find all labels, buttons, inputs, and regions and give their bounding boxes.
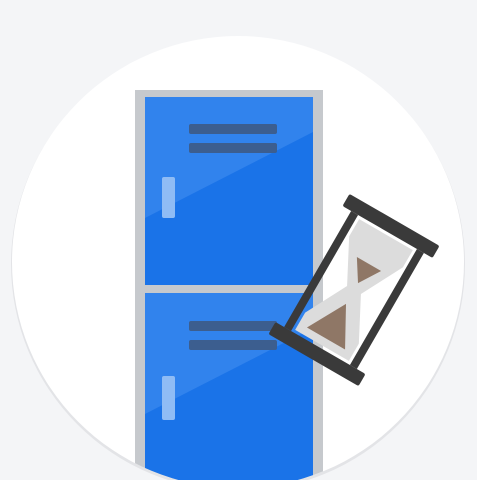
locker-icon — [135, 90, 323, 480]
locker-upper-vent-top — [189, 124, 277, 134]
illustration-stage — [0, 0, 477, 480]
locker-lower-handle — [162, 376, 175, 420]
locker-upper-vent-bottom — [189, 143, 277, 153]
locker-lower-vent-top — [189, 321, 277, 331]
locker-upper-handle — [162, 177, 175, 218]
locker-hourglass-illustration — [0, 0, 477, 480]
locker-lower-vent-bottom — [189, 340, 277, 350]
